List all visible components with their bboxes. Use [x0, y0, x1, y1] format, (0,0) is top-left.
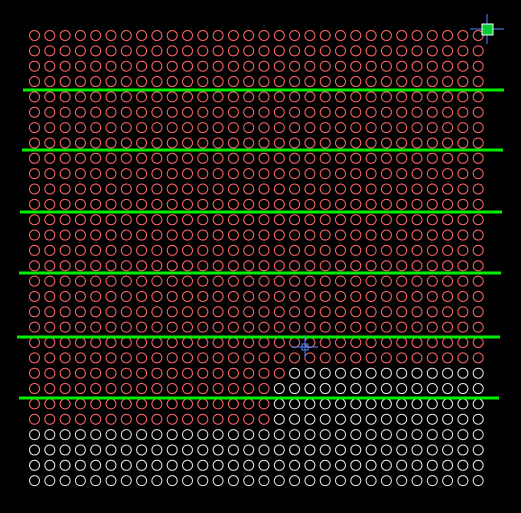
- cad-drawing-canvas[interactable]: [0, 0, 521, 513]
